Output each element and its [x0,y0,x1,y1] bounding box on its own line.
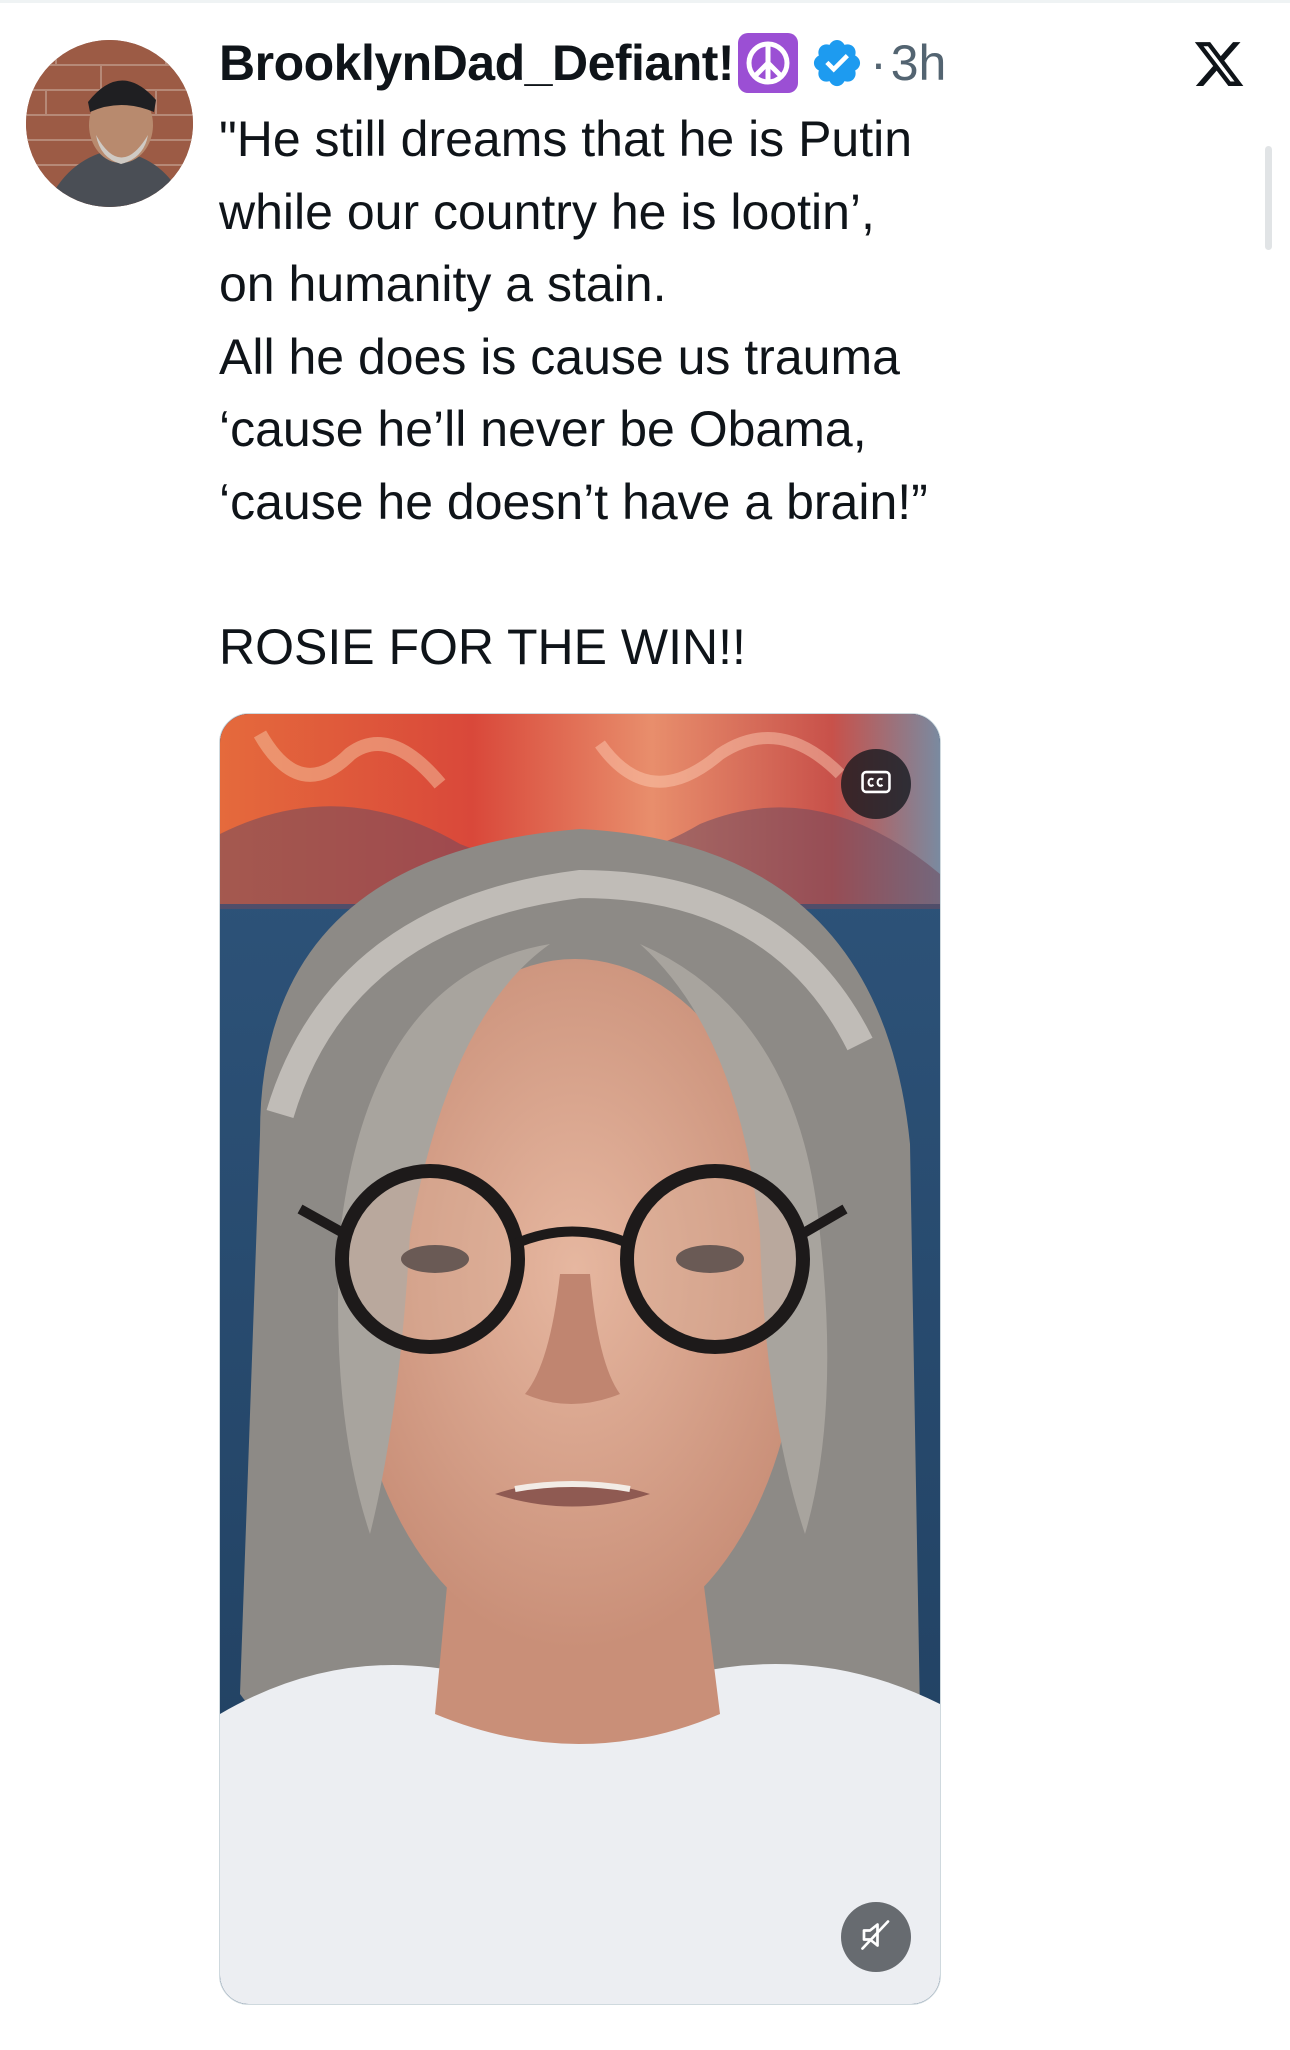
tweet-header: BrooklynDad_Defiant! · 3h [219,30,946,96]
header-separator: · [870,35,887,91]
peace-symbol-icon [738,33,799,93]
verified-badge-icon[interactable] [810,36,864,90]
tweet-text-line: ‘cause he doesn’t have a brain!” [219,473,928,530]
author-avatar[interactable] [26,40,193,207]
tweet-text-line: All he does is cause us trauma [219,328,900,385]
speaker-muted-icon [858,1917,894,1958]
tweet-video[interactable] [219,713,941,2005]
video-frame [220,714,940,2004]
author-display-name[interactable]: BrooklynDad_Defiant! [219,34,735,92]
mute-toggle-button[interactable] [841,1902,911,1972]
tweet-timestamp[interactable]: 3h [891,34,947,92]
x-logo-icon[interactable] [1192,37,1246,91]
tweet-text-line: "He still dreams that he is Putin [219,111,913,167]
tweet-text: "He still dreams that he is Putin while … [219,103,1119,683]
tweet-text-line: ‘cause he’ll never be Obama, [219,401,867,457]
captions-button[interactable] [841,749,911,819]
tweet-text-line: while our country he is lootin’, [219,183,875,240]
tweet-text-line: on humanity a stain. [219,256,667,312]
cc-icon [859,765,893,804]
tweet-text-line: ROSIE FOR THE WIN!! [219,618,746,675]
top-divider [0,0,1290,3]
scroll-indicator[interactable] [1265,146,1272,250]
